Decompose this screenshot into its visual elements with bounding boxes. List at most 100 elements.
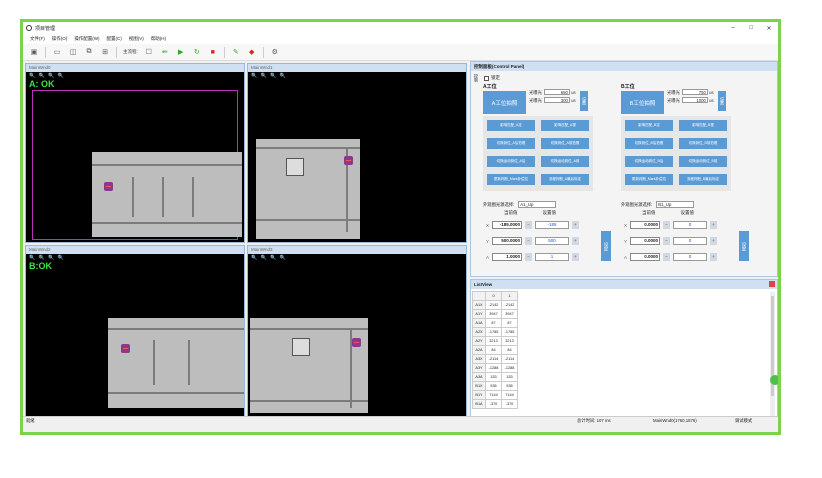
axis-target-input[interactable]: 500 (535, 237, 569, 245)
record-icon[interactable]: ⇚ (160, 47, 170, 57)
layout-4-icon[interactable]: ⊞ (100, 47, 110, 57)
vertical-scrollbar[interactable] (770, 292, 775, 419)
float-button-icon[interactable] (770, 375, 778, 385)
increment-button[interactable]: + (710, 253, 717, 261)
fiducial-mark (344, 156, 353, 165)
axis-target-input[interactable]: -185 (535, 221, 569, 229)
table-cell: 3947 (501, 309, 518, 319)
table-row[interactable]: A3A 153 153 (472, 372, 518, 382)
photo-a-button[interactable]: A工位拍照 (483, 91, 526, 114)
table-row[interactable]: A2A 84 84 (472, 345, 518, 355)
mode-toggle-icon[interactable]: ☐ (144, 47, 154, 57)
action-button[interactable]: 流程判断_B最后标定 (679, 174, 727, 185)
exp2-input[interactable]: 300 (543, 97, 570, 103)
camera-select-label: 外观图光源选择: (621, 201, 653, 207)
camera-view-0[interactable]: MainWnd0 🔍 🔍 🔍 🔍 A: OK (25, 63, 245, 243)
zoom-tools[interactable]: 🔍 🔍 🔍 🔍 (251, 73, 287, 79)
menu-config[interactable]: 配置(C) (107, 36, 122, 42)
exp1-input[interactable]: 750 (681, 89, 708, 95)
table-row[interactable]: A3Y -1288 -1288 (472, 363, 518, 373)
data-table: 0 1 A1X -2142 -2142 A1Y 3947 3947 A1A 87 87 A2… (472, 291, 518, 409)
increment-button[interactable]: + (572, 237, 579, 245)
increment-button[interactable]: + (572, 253, 579, 261)
apply-axis-button[interactable]: 设定 (739, 231, 749, 261)
panel-side-tab[interactable]: 控制 (473, 74, 479, 82)
camera-view-2[interactable]: MainWnd2 🔍 🔍 🔍 🔍 B:OK (25, 245, 245, 417)
increment-button[interactable]: + (572, 221, 579, 229)
save-icon[interactable]: ▣ (29, 47, 39, 57)
set-exposure-button[interactable]: 设置 (580, 91, 588, 111)
action-button[interactable]: 切换运动到位_A前 (541, 156, 589, 167)
action-button[interactable]: 切换到位_A前拍照 (541, 138, 589, 149)
exp1-input[interactable]: 650 (543, 89, 570, 95)
increment-button[interactable]: + (710, 237, 717, 245)
set-exposure-button[interactable]: 设置 (718, 91, 726, 111)
layout-1-icon[interactable]: ▭ (52, 47, 62, 57)
action-button[interactable]: 切换运动到位_A后 (487, 156, 535, 167)
maximize-button[interactable]: □ (742, 25, 760, 32)
menu-operate-config[interactable]: 操作配置(W) (74, 36, 99, 42)
action-button[interactable]: 更新判断_Mark补偿位 (487, 174, 535, 185)
action-button[interactable]: 影响匹配_A定 (487, 120, 535, 131)
action-button[interactable]: 切换运动到位_B前 (679, 156, 727, 167)
table-row[interactable]: A2Y 3213 3213 (472, 336, 518, 346)
action-button[interactable]: 流程判断_A最后标定 (541, 174, 589, 185)
layout-3-icon[interactable]: ⧉ (84, 47, 94, 57)
close-button[interactable]: ✕ (760, 25, 778, 32)
table-row[interactable]: A1Y 3947 3947 (472, 309, 518, 319)
table-row[interactable]: A3X -2114 -2114 (472, 354, 518, 364)
action-button[interactable]: 切换到位_A后拍照 (487, 138, 535, 149)
play-icon[interactable]: ▶ (176, 47, 186, 57)
station-a: A工位 A工位拍照 光曝光 650 us 光曝光 300 us 设置 影响匹配_A定… (483, 83, 623, 268)
action-button[interactable]: 切换到位_B后拍照 (625, 138, 673, 149)
axis-target-input[interactable]: 0 (673, 237, 707, 245)
camera-view-3[interactable]: MainWnd3 🔍 🔍 🔍 🔍 (247, 245, 467, 417)
table-row[interactable]: B1X 535 535 (472, 381, 518, 391)
menu-file[interactable]: 文件(F) (30, 36, 45, 42)
tools-icon[interactable]: ⚙ (270, 47, 280, 57)
lock-checkbox[interactable]: 锁定 (484, 75, 500, 81)
photo-b-button[interactable]: B工位拍照 (621, 91, 664, 114)
axis-target-input[interactable]: 0 (673, 253, 707, 261)
menu-view[interactable]: 视图(V) (129, 36, 144, 42)
camera-view-1[interactable]: MainWnd1 🔍 🔍 🔍 🔍 (247, 63, 467, 243)
table-row[interactable]: B1A -370 -370 (472, 399, 518, 409)
axis-target-input[interactable]: 1 (535, 253, 569, 261)
zoom-tools[interactable]: 🔍 🔍 🔍 🔍 (251, 255, 287, 261)
decrement-button[interactable]: − (663, 237, 670, 245)
row-header: B1A (472, 399, 486, 409)
action-button[interactable]: 切换运动到位_B后 (625, 156, 673, 167)
exp2-input[interactable]: 1000 (681, 97, 708, 103)
camera-select[interactable]: B1_Up (656, 201, 695, 208)
action-button[interactable]: 切换到位_B前拍照 (679, 138, 727, 149)
checkbox-box[interactable] (484, 75, 489, 81)
decrement-button[interactable]: − (525, 253, 532, 261)
increment-button[interactable]: + (710, 221, 717, 229)
close-icon[interactable] (769, 281, 775, 287)
decrement-button[interactable]: − (525, 221, 532, 229)
decrement-button[interactable]: − (663, 253, 670, 261)
action-button[interactable]: 影响匹配_B视 (679, 120, 727, 131)
action-button[interactable]: 影响匹配_B定 (625, 120, 673, 131)
action-button[interactable]: 影响匹配_A视 (541, 120, 589, 131)
pen-icon[interactable]: ✎ (231, 47, 241, 57)
stop-icon[interactable]: ■ (208, 47, 218, 57)
decrement-button[interactable]: − (525, 237, 532, 245)
menu-help[interactable]: 帮助(H) (151, 36, 166, 42)
minimize-button[interactable]: – (724, 25, 742, 32)
action-button[interactable]: 更新判断_Mark补偿位 (625, 174, 673, 185)
layout-2-icon[interactable]: ◫ (68, 47, 78, 57)
table-row[interactable]: B1Y 7144 7144 (472, 390, 518, 400)
table-row[interactable]: A2X -1785 -1785 (472, 327, 518, 337)
axis-target-input[interactable]: 0 (673, 221, 707, 229)
apply-axis-button[interactable]: 设定 (601, 231, 611, 261)
part-image (250, 318, 368, 413)
menu-operate[interactable]: 操作(O) (52, 36, 68, 42)
camera-select[interactable]: A1_Up (518, 201, 557, 208)
table-row[interactable]: A1A 87 87 (472, 318, 518, 328)
decrement-button[interactable]: − (663, 221, 670, 229)
table-row[interactable]: A1X -2142 -2142 (472, 300, 518, 310)
eraser-icon[interactable]: ◆ (247, 47, 257, 57)
refresh-icon[interactable]: ↻ (192, 47, 202, 57)
setvalue-header: 设置值 (542, 210, 557, 215)
